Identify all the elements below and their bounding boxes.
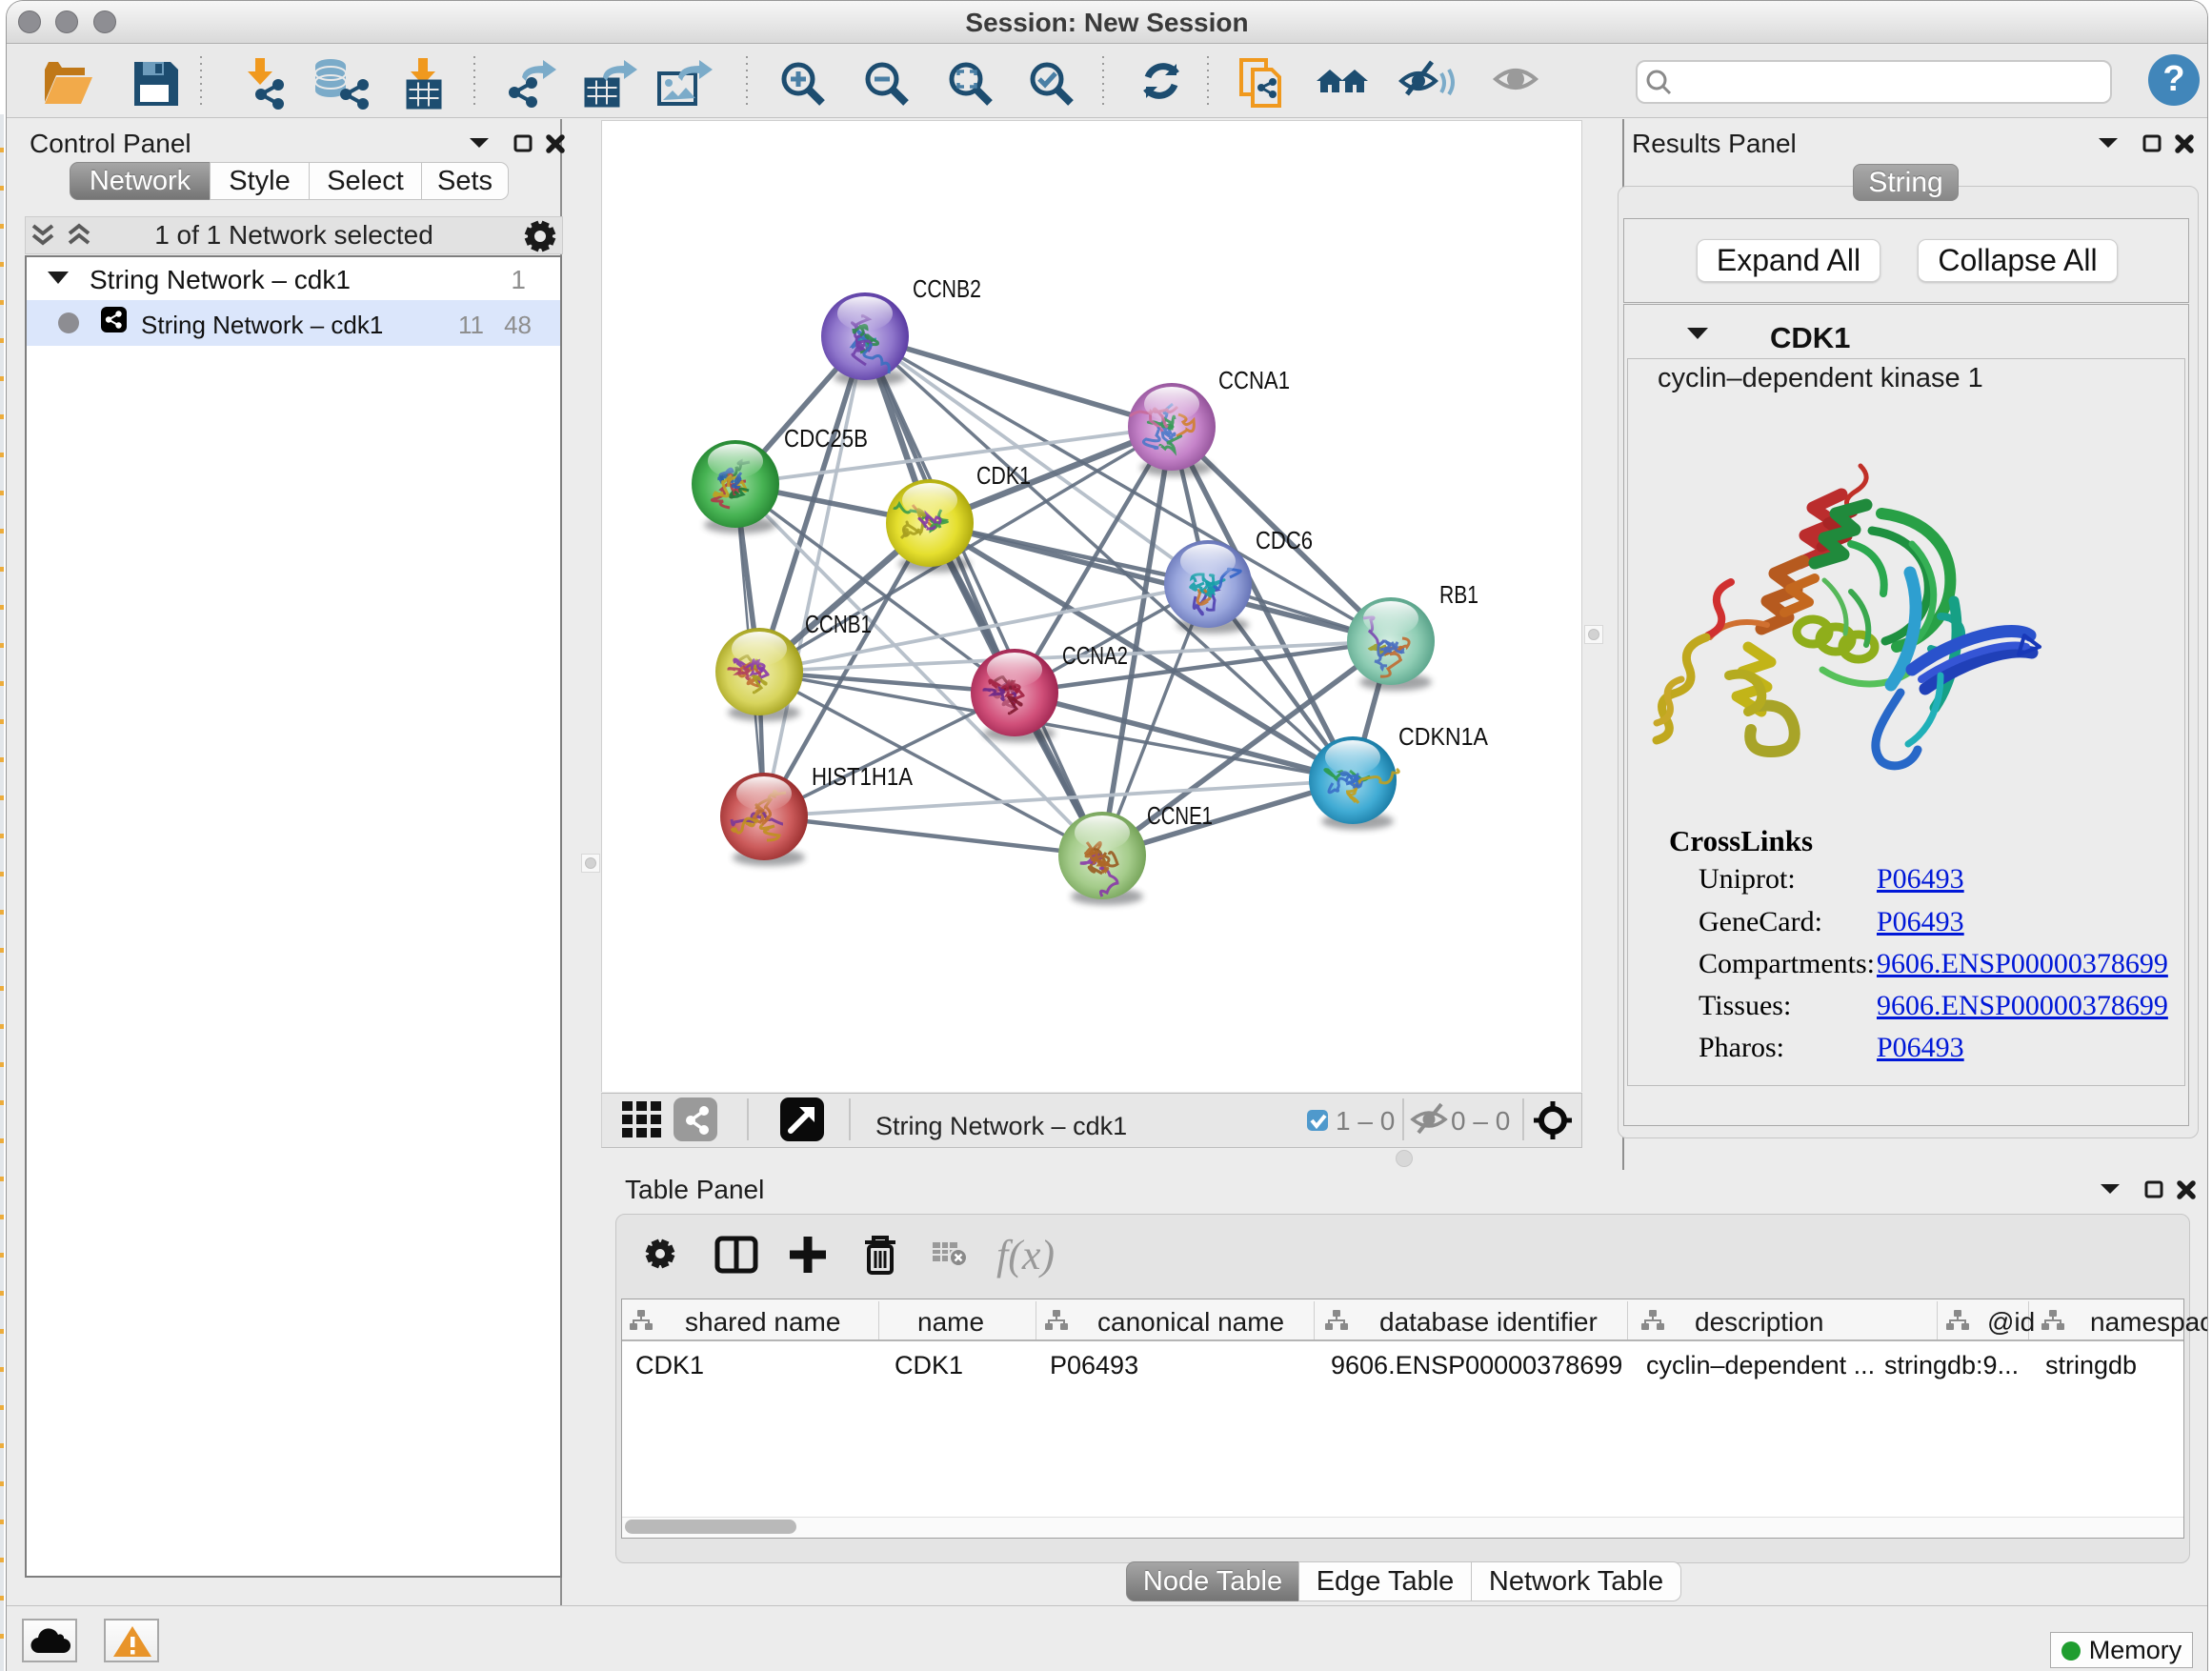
svg-text:0 – 0: 0 – 0 [1451,1106,1510,1136]
svg-text:CCNA2: CCNA2 [1062,641,1128,670]
svg-text:CCNE1: CCNE1 [1147,801,1213,830]
svg-text:HIST1H1A: HIST1H1A [812,762,914,791]
svg-text:RB1: RB1 [1439,580,1478,609]
svg-text:1 – 0: 1 – 0 [1336,1106,1395,1136]
svg-text:CDK1: CDK1 [976,461,1031,490]
svg-text:CDC6: CDC6 [1256,526,1313,554]
svg-text:f(x): f(x) [996,1232,1055,1278]
svg-text:CCNB2: CCNB2 [913,274,981,303]
svg-text:CCNA1: CCNA1 [1218,366,1290,394]
svg-text:CDKN1A: CDKN1A [1398,722,1489,751]
svg-text:CCNB1: CCNB1 [805,610,872,638]
svg-text:CDC25B: CDC25B [784,424,868,453]
